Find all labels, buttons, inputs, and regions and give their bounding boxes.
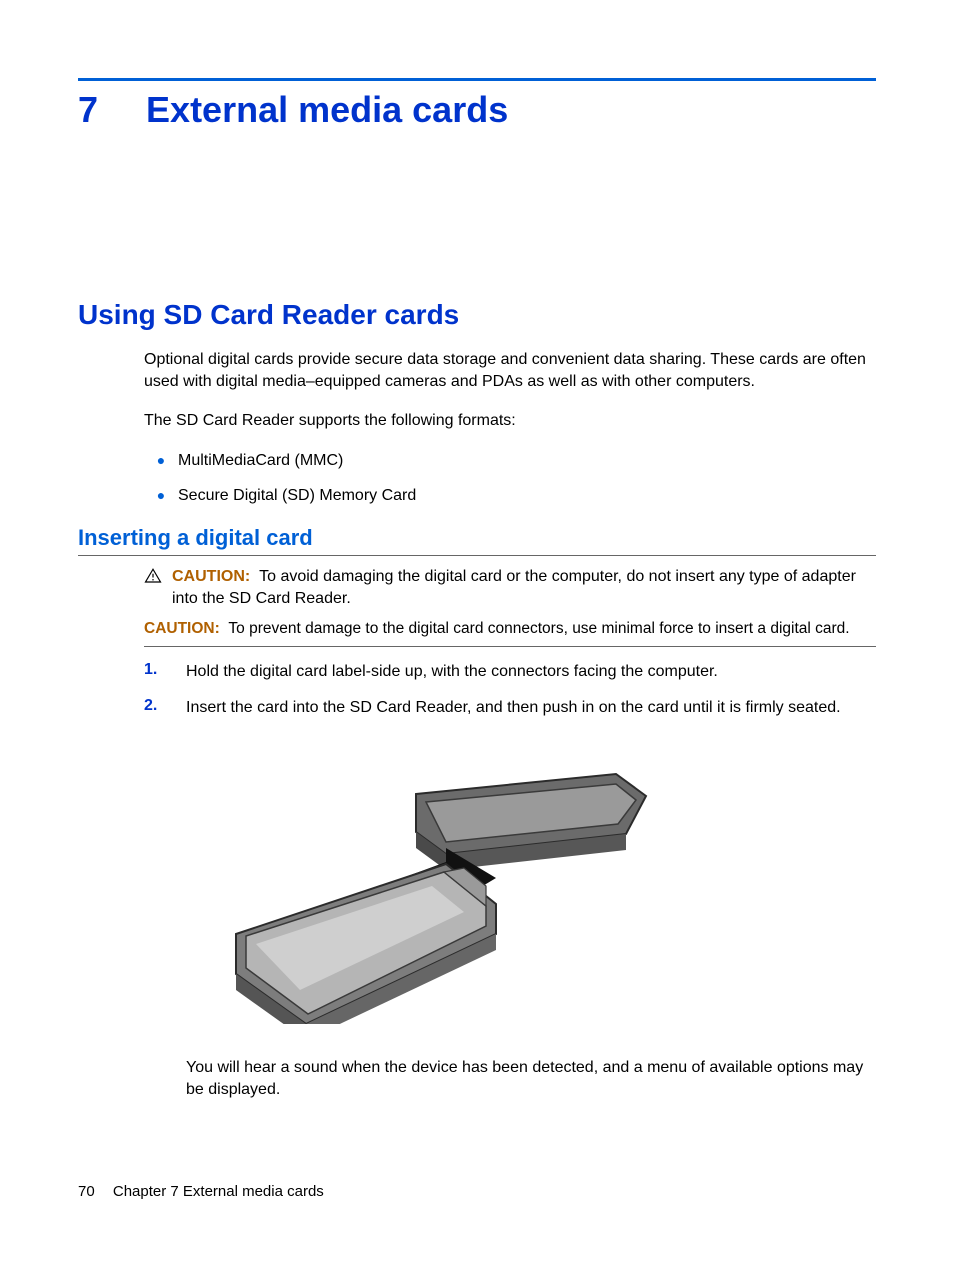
body-content: Optional digital cards provide secure da… xyxy=(144,349,876,507)
warning-triangle-icon xyxy=(144,567,166,590)
footer-chapter-label: Chapter 7 External media cards xyxy=(113,1183,324,1200)
intro-paragraph-2: The SD Card Reader supports the followin… xyxy=(144,410,876,432)
document-page: 7 External media cards Using SD Card Rea… xyxy=(0,0,954,1270)
step-number: 1. xyxy=(144,661,186,679)
bullet-icon: ● xyxy=(144,450,178,470)
bullet-icon: ● xyxy=(144,485,178,505)
caution-2: CAUTION: To prevent damage to the digita… xyxy=(144,619,876,647)
caution-label: CAUTION: xyxy=(144,620,220,637)
caution-body: To avoid damaging the digital card or th… xyxy=(172,568,856,607)
intro-paragraph-1: Optional digital cards provide secure da… xyxy=(144,349,876,392)
step-item: 1. Hold the digital card label-side up, … xyxy=(144,661,876,683)
bullet-text: Secure Digital (SD) Memory Card xyxy=(178,485,416,507)
section-heading: Using SD Card Reader cards xyxy=(78,299,876,331)
steps-list: 1. Hold the digital card label-side up, … xyxy=(144,661,876,718)
caution-1: CAUTION: To avoid damaging the digital c… xyxy=(144,566,876,609)
subsection-heading: Inserting a digital card xyxy=(78,525,876,551)
caution-label: CAUTION: xyxy=(172,568,250,585)
chapter-title: External media cards xyxy=(146,89,508,131)
step-item: 2. Insert the card into the SD Card Read… xyxy=(144,697,876,719)
page-number: 70 xyxy=(78,1183,95,1200)
list-item: ● MultiMediaCard (MMC) xyxy=(144,450,876,472)
subsection-heading-wrap: Inserting a digital card xyxy=(78,525,876,556)
bullet-text: MultiMediaCard (MMC) xyxy=(178,450,343,472)
format-list: ● MultiMediaCard (MMC) ● Secure Digital … xyxy=(144,450,876,507)
top-rule xyxy=(78,78,876,81)
after-figure-text: You will hear a sound when the device ha… xyxy=(186,1057,876,1100)
list-item: ● Secure Digital (SD) Memory Card xyxy=(144,485,876,507)
step-number: 2. xyxy=(144,697,186,715)
step-text: Hold the digital card label-side up, wit… xyxy=(186,661,718,683)
page-footer: 70 Chapter 7 External media cards xyxy=(78,1183,324,1200)
caution-text: CAUTION: To avoid damaging the digital c… xyxy=(172,566,876,609)
step-text: Insert the card into the SD Card Reader,… xyxy=(186,697,841,719)
sd-card-insertion-illustration xyxy=(186,744,876,1029)
chapter-heading: 7 External media cards xyxy=(78,89,876,131)
chapter-number: 7 xyxy=(78,89,98,131)
caution-body: To prevent damage to the digital card co… xyxy=(228,620,849,637)
